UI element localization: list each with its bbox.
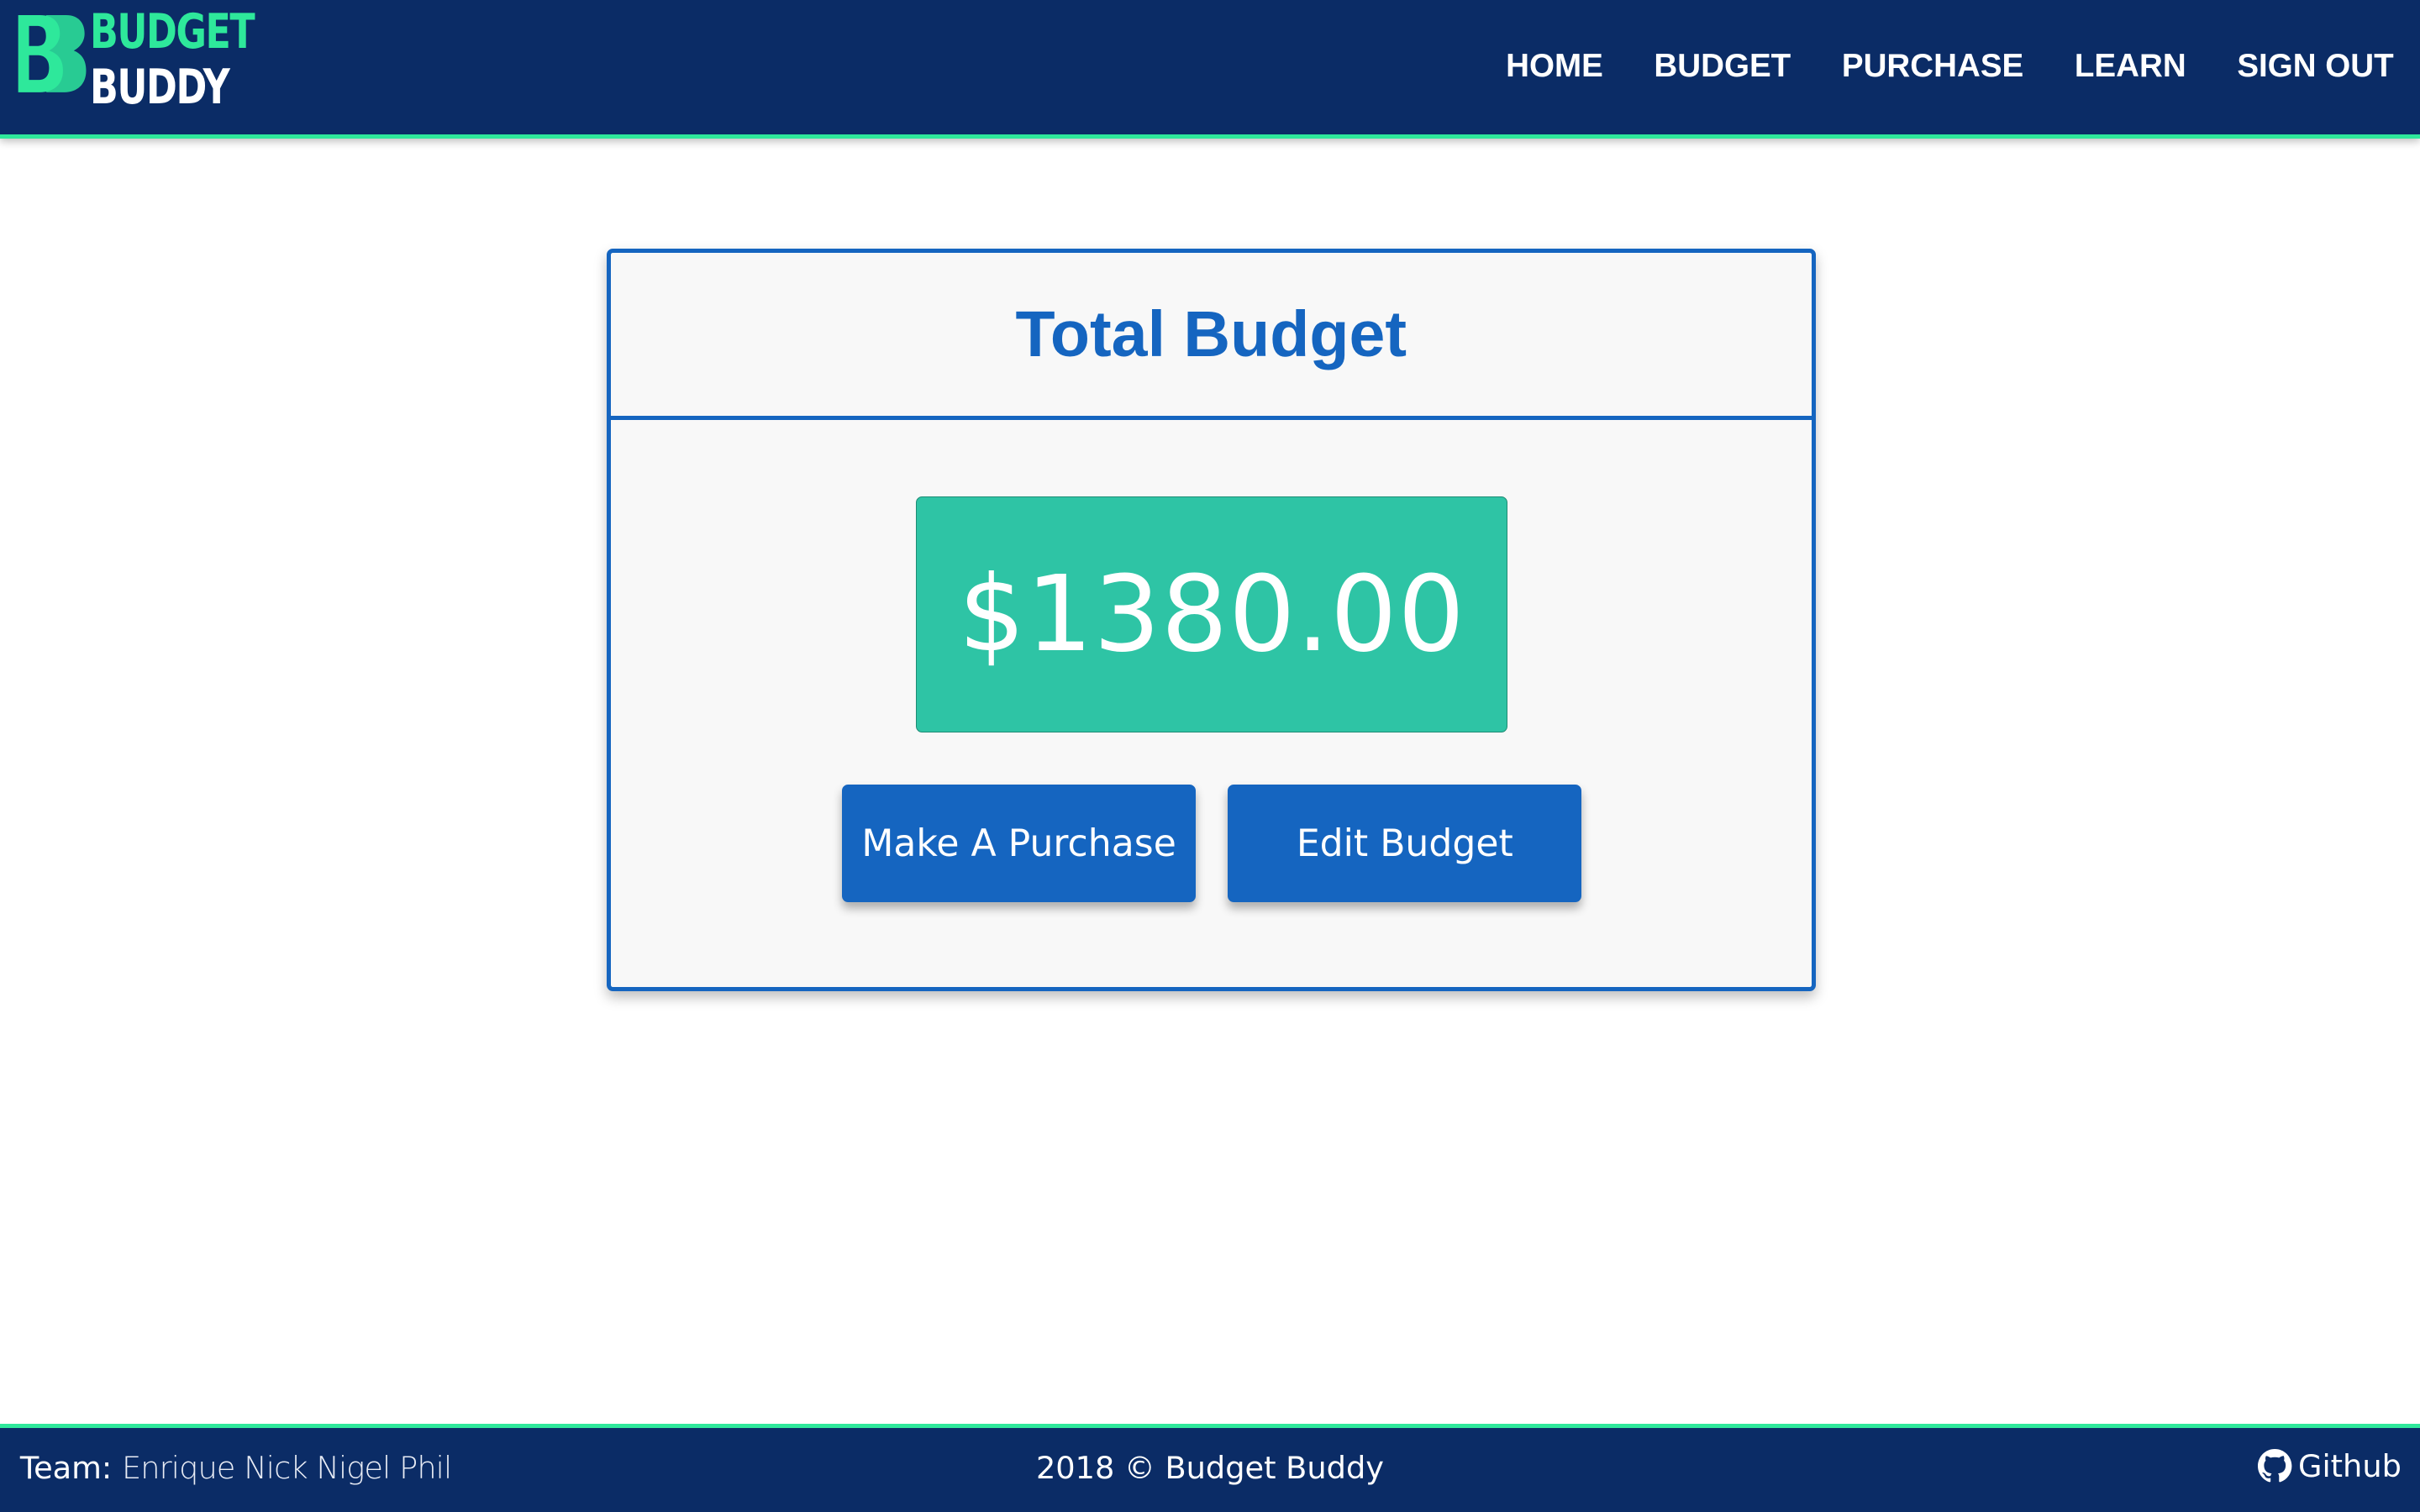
budget-card: Total Budget $1380.00 Make A Purchase Ed… — [606, 248, 1816, 991]
footer: Team: Enrique Nick Nigel Phil 2018 © Bud… — [0, 1424, 2420, 1512]
nav-links: HOME BUDGET PURCHASE LEARN SIGN OUT — [1506, 43, 2394, 89]
edit-budget-button[interactable]: Edit Budget — [1228, 785, 1582, 902]
card-title: Total Budget — [1015, 297, 1407, 370]
github-icon — [2258, 1449, 2292, 1483]
logo-text-buddy: BUDDY — [89, 60, 230, 116]
nav-budget[interactable]: BUDGET — [1654, 43, 1791, 89]
logo-mark-icon — [18, 15, 87, 93]
budget-amount: $1380.00 — [958, 553, 1465, 675]
nav-sign-out[interactable]: SIGN OUT — [2237, 43, 2393, 89]
navbar: BUDGET BUDDY HOME BUDGET PURCHASE LEARN … — [0, 0, 2420, 139]
nav-purchase[interactable]: PURCHASE — [1842, 43, 2023, 89]
budget-amount-box: $1380.00 — [916, 496, 1508, 733]
github-label: Github — [2298, 1448, 2402, 1485]
nav-learn[interactable]: LEARN — [2075, 43, 2186, 89]
github-link[interactable]: Github — [2258, 1448, 2402, 1484]
make-purchase-button[interactable]: Make A Purchase — [842, 785, 1196, 902]
nav-home[interactable]: HOME — [1506, 43, 1603, 89]
copyright: 2018 © Budget Buddy — [1035, 1449, 1384, 1486]
logo-text-budget: BUDGET — [89, 4, 255, 60]
card-header: Total Budget — [610, 253, 1812, 421]
logo[interactable]: BUDGET BUDDY — [15, 6, 255, 117]
